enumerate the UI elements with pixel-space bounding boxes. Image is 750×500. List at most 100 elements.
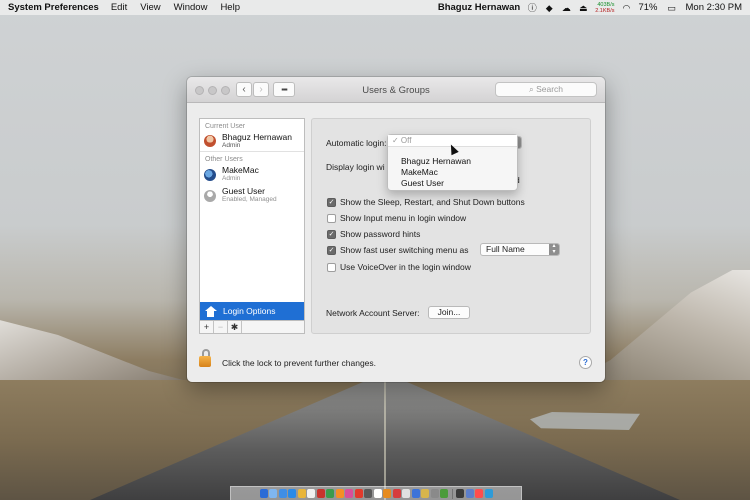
dock-app-icon[interactable] (484, 489, 493, 498)
info-icon[interactable]: ⓘ (527, 3, 537, 13)
dock-app-icon[interactable] (297, 489, 306, 498)
dock-app-icon[interactable] (383, 489, 391, 498)
users-groups-window: ‹ › ▪▪▪ Users & Groups ⌕ Search Current … (187, 77, 605, 382)
dock-app-icon[interactable] (364, 489, 372, 498)
battery-percent[interactable]: 71% (638, 2, 657, 13)
wifi-icon[interactable]: ◠ (621, 3, 631, 13)
menu-edit[interactable]: Edit (111, 2, 127, 13)
help-button[interactable]: ? (579, 356, 592, 369)
check-label: Use VoiceOver in the login window (340, 262, 471, 272)
menu-window[interactable]: Window (174, 2, 208, 13)
search-placeholder: Search (536, 84, 564, 94)
menu-help[interactable]: Help (220, 2, 240, 13)
dock-app-icon[interactable] (269, 489, 277, 498)
user-role: Enabled, Managed (222, 196, 277, 203)
user-name: Bhaguz Hernawan (222, 131, 292, 142)
sidebar-toolbar: + − ✱ (200, 320, 304, 333)
check-label: Show password hints (340, 229, 421, 239)
dock (230, 486, 522, 500)
check-sleep-restart[interactable]: ✓ Show the Sleep, Restart, and Shut Down… (327, 197, 525, 207)
app-menu[interactable]: System Preferences (8, 2, 99, 13)
user-role: Admin (222, 141, 241, 149)
user-item-makemac[interactable]: MakeMac Admin (200, 164, 304, 185)
check-label: Show the Sleep, Restart, and Shut Down b… (340, 197, 525, 207)
title-bar[interactable]: ‹ › ▪▪▪ Users & Groups ⌕ Search (187, 77, 605, 103)
menu-view[interactable]: View (140, 2, 160, 13)
user-name: MakeMac (222, 165, 259, 175)
lock-text: Click the lock to prevent further change… (222, 358, 377, 368)
dock-app-icon[interactable] (326, 489, 334, 498)
clock[interactable]: Mon 2:30 PM (686, 2, 743, 13)
avatar (204, 135, 216, 147)
add-user-button[interactable]: + (200, 321, 214, 333)
dock-app-icon[interactable] (402, 489, 410, 498)
fast-user-switch-menu[interactable]: Bhaguz Hernawan (438, 2, 520, 13)
dock-app-icon[interactable] (278, 489, 287, 498)
dock-app-icon[interactable] (354, 489, 363, 498)
checkbox-checked[interactable]: ✓ (327, 229, 336, 239)
dock-app-icon[interactable] (288, 489, 296, 498)
check-label: Show fast user switching menu as (340, 245, 469, 255)
check-voiceover[interactable]: Use VoiceOver in the login window (327, 262, 471, 272)
popup-item-guest[interactable]: Guest User (388, 178, 517, 189)
checkbox-unchecked[interactable] (327, 213, 336, 223)
user-item-current[interactable]: Bhaguz Hernawan Admin (200, 131, 304, 152)
automatic-login-label: Automatic login: (326, 138, 387, 148)
chevron-updown-icon: ▴▾ (549, 243, 559, 255)
fast-switch-style-select[interactable]: Full Name ▴ ▾ (480, 243, 560, 256)
dock-app-icon[interactable] (392, 489, 401, 498)
users-sidebar: Current User Bhaguz Hernawan Admin Other… (199, 118, 305, 334)
dock-app-icon[interactable] (465, 489, 474, 498)
network-monitor[interactable]: 403B/s 2.1KB/s (595, 2, 614, 14)
dock-app-icon[interactable] (335, 489, 344, 498)
popup-item-bhaguz[interactable]: Bhaguz Hernawan (388, 156, 517, 167)
cloud-icon[interactable]: ☁ (561, 3, 571, 13)
dock-app-icon[interactable] (411, 489, 420, 498)
check-input-menu[interactable]: Show Input menu in login window (327, 213, 466, 223)
check-password-hints[interactable]: ✓ Show password hints (327, 229, 420, 239)
current-user-header: Current User (205, 123, 246, 130)
search-field[interactable]: ⌕ Search (495, 82, 597, 97)
search-icon: ⌕ (528, 84, 534, 94)
join-button[interactable]: Join... (428, 306, 470, 319)
status-area: Bhaguz Hernawan ⓘ ◆ ☁ ⏏ 403B/s 2.1KB/s ◠… (438, 2, 742, 14)
dock-app-icon[interactable] (430, 489, 439, 498)
road-line (384, 380, 386, 500)
avatar (204, 168, 216, 181)
checkbox-checked[interactable]: ✓ (327, 197, 336, 207)
house-icon (204, 305, 217, 317)
lake (530, 412, 640, 430)
display-login-label: Display login wi (326, 162, 385, 172)
fast-switch-value: Full Name (486, 244, 525, 254)
network-server-label: Network Account Server: (326, 308, 420, 318)
checkbox-checked[interactable]: ✓ (327, 245, 336, 255)
lock-icon[interactable] (199, 349, 211, 367)
avatar (204, 189, 216, 202)
dropbox-icon[interactable]: ◆ (544, 3, 554, 13)
dock-app-icon[interactable] (316, 489, 325, 498)
dock-app-icon[interactable] (373, 489, 382, 498)
checkbox-unchecked[interactable] (327, 262, 336, 272)
user-item-guest[interactable]: Guest User Enabled, Managed (200, 185, 304, 206)
dock-app-icon[interactable] (345, 489, 353, 498)
dock-app-icon[interactable] (307, 489, 315, 498)
menu-bar: System Preferences Edit View Window Help… (0, 0, 750, 15)
gear-icon[interactable]: ✱ (228, 321, 242, 333)
user-role: Admin (222, 175, 241, 182)
net-upload: 403B/s (597, 1, 615, 8)
other-users-header: Other Users (205, 156, 243, 163)
upload-icon[interactable]: ⏏ (578, 3, 588, 13)
dock-app-icon[interactable] (259, 489, 268, 498)
remove-user-button[interactable]: − (214, 321, 228, 333)
dock-app-icon[interactable] (440, 489, 448, 498)
check-fast-user-switching[interactable]: ✓ Show fast user switching menu as (327, 245, 469, 255)
dock-app-icon[interactable] (421, 489, 429, 498)
login-options-item[interactable]: Login Options (200, 302, 304, 320)
user-name: Guest User (222, 186, 265, 196)
login-options-label: Login Options (223, 306, 276, 316)
popup-item-makemac[interactable]: MakeMac (388, 167, 517, 178)
battery-icon[interactable]: ▭ (665, 3, 679, 13)
dock-app-icon[interactable] (456, 489, 464, 498)
dock-separator (451, 488, 453, 499)
dock-app-icon[interactable] (475, 489, 483, 498)
